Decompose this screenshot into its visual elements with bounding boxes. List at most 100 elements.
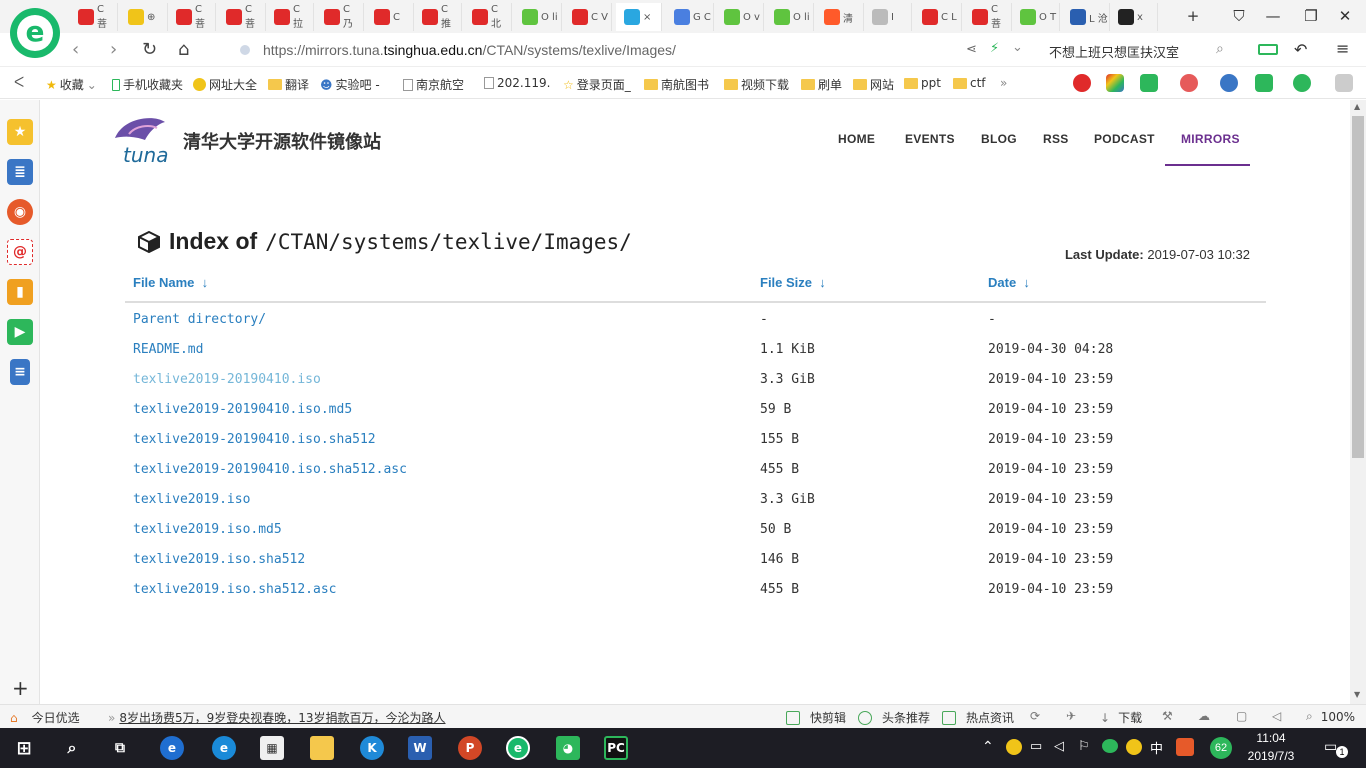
browser-logo-icon[interactable]: e (10, 8, 60, 58)
qq-icon[interactable] (1126, 739, 1142, 755)
file-link[interactable]: Parent directory/ (133, 310, 266, 330)
pin-icon[interactable]: ✈ (1066, 709, 1076, 723)
bookmark-nuaa[interactable]: 南京航空 (403, 76, 464, 93)
home-icon[interactable]: ⌂ (178, 40, 189, 60)
forward-button[interactable]: › (110, 40, 117, 60)
column-header-size[interactable]: File Size ↓ (760, 275, 826, 290)
browser-tab[interactable]: I (864, 3, 912, 31)
more-bookmarks-icon[interactable]: » (1000, 76, 1007, 90)
bookmark-ip[interactable]: 202.119. (484, 76, 550, 90)
back-button[interactable]: ‹ (72, 40, 79, 60)
tshirt-icon[interactable]: ⛉ (1224, 5, 1254, 27)
column-header-name[interactable]: File Name ↓ (133, 275, 208, 290)
browser-tab[interactable]: C 菩 (964, 3, 1012, 31)
extension-colorful-icon[interactable] (1106, 74, 1124, 92)
file-link[interactable]: texlive2019-20190410.iso (133, 370, 321, 390)
magnifier-ext-icon[interactable] (1220, 74, 1238, 92)
battery-badge[interactable]: 62 (1210, 737, 1232, 759)
browser-tab[interactable]: O li (766, 3, 814, 31)
powerpoint-icon[interactable]: P (458, 736, 482, 760)
browser-tab[interactable]: G C (666, 3, 714, 31)
windows-start-icon[interactable]: ⊞ (12, 736, 36, 760)
wechat-tray-icon[interactable] (1102, 739, 1118, 753)
speaker-icon[interactable]: ◁ (1272, 709, 1281, 723)
browser-tab[interactable]: C (366, 3, 414, 31)
tray-chevron-icon[interactable]: ⌃ (982, 738, 994, 755)
tray-app-icon[interactable] (1006, 739, 1022, 755)
reload-icon[interactable]: ↻ (142, 40, 157, 60)
browser-tab[interactable]: C 推 (414, 3, 462, 31)
browser-tab[interactable]: C V (564, 3, 612, 31)
network-icon[interactable]: ▭ (1030, 738, 1042, 754)
vertical-scrollbar[interactable]: ▲ ▼ (1350, 100, 1366, 704)
browser-tab[interactable]: 清 (816, 3, 864, 31)
hot-news[interactable]: 热点资讯 (942, 709, 1014, 726)
file-link[interactable]: texlive2019.iso.sha512.asc (133, 580, 337, 600)
refresh-status-icon[interactable]: ⟳ (1030, 709, 1040, 723)
scroll-up-icon[interactable]: ▲ (1354, 102, 1360, 111)
file-link[interactable]: texlive2019.iso.sha512 (133, 550, 305, 570)
volume-mute-icon[interactable]: ◁ (1054, 738, 1064, 754)
file-link[interactable]: texlive2019-20190410.iso.sha512.asc (133, 460, 407, 480)
ime-indicator[interactable]: 中 (1150, 738, 1163, 757)
browser-tab[interactable]: O v (716, 3, 764, 31)
browser-taskbar-icon[interactable]: e (506, 736, 530, 760)
scissors-icon[interactable] (1180, 74, 1198, 92)
browser-tab[interactable]: C 北 (464, 3, 512, 31)
scroll-down-icon[interactable]: ▼ (1354, 690, 1360, 699)
search-box[interactable]: 不想上班只想匡扶汉室 (1049, 42, 1179, 61)
ie-icon[interactable]: e (160, 736, 184, 760)
document-icon[interactable]: ≡ (10, 359, 30, 385)
browser-tab[interactable]: C 乃 (316, 3, 364, 31)
bookmark-sites[interactable]: 网站 (853, 76, 894, 93)
site-info-icon[interactable] (240, 45, 250, 55)
bookmark-ppt[interactable]: ppt (904, 76, 941, 90)
bookmark-lab[interactable]: ☻ 实验吧 - (320, 76, 380, 93)
browser-tab[interactable]: L 沧 (1062, 3, 1110, 31)
sidebar-toggle-icon[interactable]: ᐸ (14, 75, 24, 91)
file-link[interactable]: README.md (133, 340, 203, 360)
browser-tab[interactable]: C 拉 (266, 3, 314, 31)
menu-icon[interactable]: ≡ (1336, 39, 1349, 58)
close-window-button[interactable]: ✕ (1330, 5, 1360, 27)
browser-tab[interactable]: O T (1012, 3, 1060, 31)
grid-icon[interactable] (1335, 74, 1353, 92)
flag-icon[interactable]: ⚐ (1078, 738, 1090, 754)
lightning-icon[interactable]: ⚡ (990, 41, 999, 56)
email-icon[interactable]: @ (7, 239, 33, 265)
chevron-down-icon[interactable]: ⌄ (1012, 40, 1023, 55)
bookmark-favorites[interactable]: ★ 收藏 ⌄ (46, 76, 97, 93)
file-link[interactable]: texlive2019.iso.md5 (133, 520, 282, 540)
maximize-button[interactable]: ❐ (1296, 5, 1326, 27)
news-ticker[interactable]: » 8岁出场费5万，9岁登央视春晚，13岁捐款百万，今沦为路人 (108, 709, 446, 726)
bookmark-ctf[interactable]: ctf (953, 76, 986, 90)
bookmark-login[interactable]: ☆ 登录页面_ (563, 76, 631, 93)
kugou-icon[interactable]: K (360, 736, 384, 760)
tools-icon[interactable]: ⚒ (1162, 709, 1173, 723)
new-tab-button[interactable]: + (1178, 5, 1208, 27)
nav-rss[interactable]: RSS (1043, 132, 1069, 146)
nav-blog[interactable]: BLOG (981, 132, 1017, 146)
sogou-icon[interactable] (1176, 738, 1194, 756)
nav-podcast[interactable]: PODCAST (1094, 132, 1155, 146)
undo-icon[interactable]: ↶ (1294, 40, 1307, 59)
browser-tab[interactable]: C 菩 (218, 3, 266, 31)
downloads[interactable]: ↓ 下载 (1100, 709, 1142, 726)
bookmark-library[interactable]: 南航图书 (644, 76, 709, 93)
weibo-icon[interactable]: ◉ (7, 199, 33, 225)
nav-events[interactable]: EVENTS (905, 132, 955, 146)
file-link[interactable]: texlive2019-20190410.iso.md5 (133, 400, 352, 420)
clock-time[interactable]: 11:04 (1246, 731, 1296, 745)
file-link[interactable]: texlive2019.iso (133, 490, 250, 510)
browser-tab[interactable]: × (616, 3, 662, 31)
gamepad-icon[interactable] (1255, 74, 1273, 92)
cloud-icon[interactable]: ☁ (1198, 709, 1210, 723)
bookmark-shuadan[interactable]: 刷单 (801, 76, 842, 93)
wechat-icon[interactable]: ◕ (556, 736, 580, 760)
task-view-icon[interactable]: ⧉ (108, 736, 132, 760)
browser-tab[interactable]: x (1110, 3, 1158, 31)
search-icon[interactable]: ⌕ (1216, 41, 1224, 57)
battery-icon[interactable] (1258, 44, 1278, 55)
clock-date[interactable]: 2019/7/3 (1246, 749, 1296, 763)
browser-tab[interactable]: ⊕ (120, 3, 168, 31)
